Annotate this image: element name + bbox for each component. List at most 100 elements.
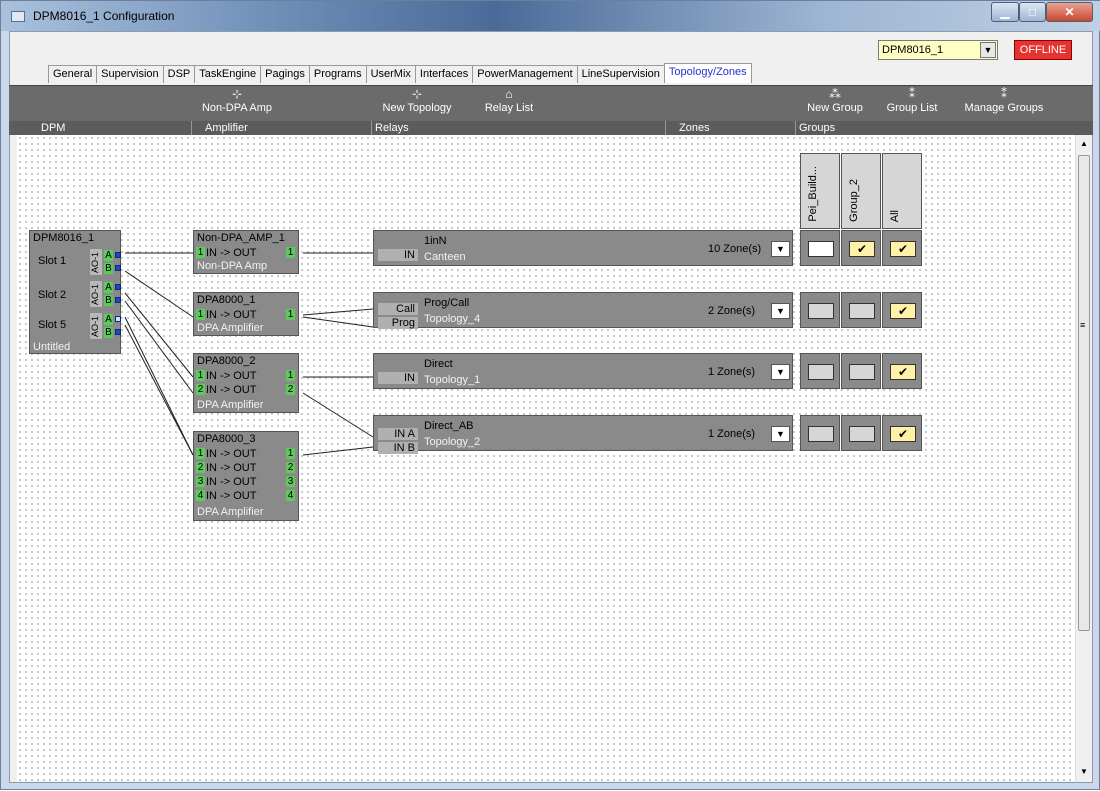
group-cell (800, 230, 840, 266)
group-checkbox[interactable] (808, 364, 834, 380)
amplifier-type: DPA Amplifier (197, 399, 264, 411)
relay-topology: Topology_2 (424, 436, 481, 448)
amp-arrow-icon: -> (220, 309, 231, 321)
amp-out-channel[interactable]: 2 (286, 384, 295, 395)
zone-count: 10 Zone(s) (708, 243, 762, 255)
group-name: All (889, 209, 901, 222)
relay-topology: Canteen (424, 251, 466, 263)
group-checkbox[interactable]: ✔ (890, 364, 916, 380)
amplifier-name: DPA8000_2 (197, 355, 256, 367)
amp-in-channel[interactable]: 1 (196, 309, 205, 320)
relay-topology: Topology_1 (424, 374, 481, 386)
slot-1-tag: AO-1 (90, 249, 102, 275)
group-cell: ✔ (882, 230, 922, 266)
group-checkbox[interactable]: ✔ (890, 303, 916, 319)
amp-out-channel[interactable]: 2 (286, 462, 295, 473)
group-cell (841, 292, 881, 328)
relay-name: 1inN (424, 235, 447, 247)
connector[interactable] (115, 316, 121, 322)
amp-channel-row: IN -> OUT (206, 370, 257, 382)
slot-2-tag: AO-1 (90, 281, 102, 307)
slot-2-label: Slot 2 (38, 289, 67, 301)
relay-topology: Topology_4 (424, 313, 481, 325)
amp-channel-row: IN -> OUT (206, 309, 257, 321)
relay-row[interactable]: IN A IN B Direct_AB Topology_2 1 Zone(s)… (373, 415, 793, 454)
group-checkbox[interactable] (849, 426, 875, 442)
group-checkbox[interactable]: ✔ (890, 426, 916, 442)
amplifier-block[interactable]: DPA8000_3 1 IN -> OUT 1 2 IN -> OUT 2 3 … (193, 431, 299, 521)
connector[interactable] (115, 265, 121, 271)
group-cell (841, 415, 881, 451)
relay-name: Prog/Call (424, 297, 470, 309)
amp-out-channel[interactable]: 4 (286, 490, 295, 501)
amp-channel-row: IN -> OUT (206, 247, 257, 259)
amp-out-channel[interactable]: 1 (286, 370, 295, 381)
amp-out-channel[interactable]: 1 (286, 247, 295, 258)
group-checkbox[interactable]: ✔ (849, 241, 875, 257)
chevron-down-icon[interactable]: ▼ (771, 303, 790, 319)
group-cell: ✔ (882, 292, 922, 328)
amp-in-channel[interactable]: 4 (196, 490, 205, 501)
chevron-down-icon[interactable]: ▼ (771, 426, 790, 442)
slot-1-label: Slot 1 (38, 255, 67, 267)
dpm-port-a[interactable]: A (104, 250, 113, 261)
group-name: Group_2 (848, 179, 860, 222)
connector[interactable] (115, 252, 121, 258)
zone-count: 1 Zone(s) (708, 428, 756, 440)
relay-name: Direct_AB (424, 420, 474, 432)
chevron-down-icon[interactable]: ▼ (771, 364, 790, 380)
amp-in-channel[interactable]: 2 (196, 462, 205, 473)
amp-out-channel[interactable]: 1 (286, 309, 295, 320)
dpm-port-a[interactable]: A (104, 282, 113, 293)
amplifier-name: Non-DPA_AMP_1 (197, 232, 285, 244)
amp-in-channel[interactable]: 1 (196, 370, 205, 381)
relay-name: Direct (424, 358, 453, 370)
amplifier-name: DPA8000_3 (197, 433, 256, 445)
amp-arrow-icon: -> (220, 247, 231, 259)
amplifier-block[interactable]: DPA8000_1 1 IN -> OUT 1 DPA Amplifier (193, 292, 299, 336)
relay-row[interactable]: Call Prog Prog/Call Topology_4 2 Zone(s)… (373, 292, 793, 329)
amp-in-channel[interactable]: 1 (196, 448, 205, 459)
relay-row[interactable]: IN Direct Topology_1 1 Zone(s) ▼ (373, 353, 793, 389)
slot-5-label: Slot 5 (38, 319, 67, 331)
group-header[interactable]: Pei_Build... (800, 153, 840, 229)
group-checkbox[interactable] (849, 364, 875, 380)
dpm-port-a[interactable]: A (104, 314, 113, 325)
dpm-port-b[interactable]: B (104, 263, 113, 274)
amp-in-channel[interactable]: 1 (196, 247, 205, 258)
group-checkbox[interactable]: ✔ (890, 241, 916, 257)
dpm-port-b[interactable]: B (104, 327, 113, 338)
amp-out-channel[interactable]: 3 (286, 476, 295, 487)
connector[interactable] (115, 297, 121, 303)
group-name: Pei_Build... (807, 166, 819, 222)
relay-input-label: IN B (378, 442, 418, 454)
zone-count: 1 Zone(s) (708, 366, 756, 378)
amplifier-block[interactable]: Non-DPA_AMP_1 1 IN -> OUT 1 Non-DPA Amp (193, 230, 299, 274)
amp-channel-row: IN -> OUT (206, 476, 257, 488)
amp-channel-row: IN -> OUT (206, 448, 257, 460)
group-checkbox[interactable] (808, 303, 834, 319)
amplifier-type: DPA Amplifier (197, 322, 264, 334)
slot-5-tag: AO-1 (90, 313, 102, 339)
relay-row[interactable]: IN 1inN Canteen 10 Zone(s) ▼ (373, 230, 793, 266)
amp-in-channel[interactable]: 3 (196, 476, 205, 487)
group-cell (800, 292, 840, 328)
amp-out-channel[interactable]: 1 (286, 448, 295, 459)
group-checkbox[interactable] (808, 241, 834, 257)
group-cell (841, 353, 881, 389)
connector[interactable] (115, 284, 121, 290)
connector[interactable] (115, 329, 121, 335)
amplifier-block[interactable]: DPA8000_2 1 IN -> OUT 1 2 IN -> OUT 2 DP… (193, 353, 299, 413)
amp-in-channel[interactable]: 2 (196, 384, 205, 395)
group-cell: ✔ (882, 415, 922, 451)
dpm-device[interactable]: DPM8016_1 Slot 1 Slot 2 Slot 5 AO-1 AO-1… (29, 230, 121, 354)
group-header[interactable]: All (882, 153, 922, 229)
group-checkbox[interactable] (849, 303, 875, 319)
relay-input-label: Prog (378, 317, 418, 329)
chevron-down-icon[interactable]: ▼ (771, 241, 790, 257)
relay-input-label: IN (378, 249, 418, 261)
dpm-name: DPM8016_1 (33, 232, 95, 244)
group-header[interactable]: Group_2 (841, 153, 881, 229)
group-checkbox[interactable] (808, 426, 834, 442)
dpm-port-b[interactable]: B (104, 295, 113, 306)
